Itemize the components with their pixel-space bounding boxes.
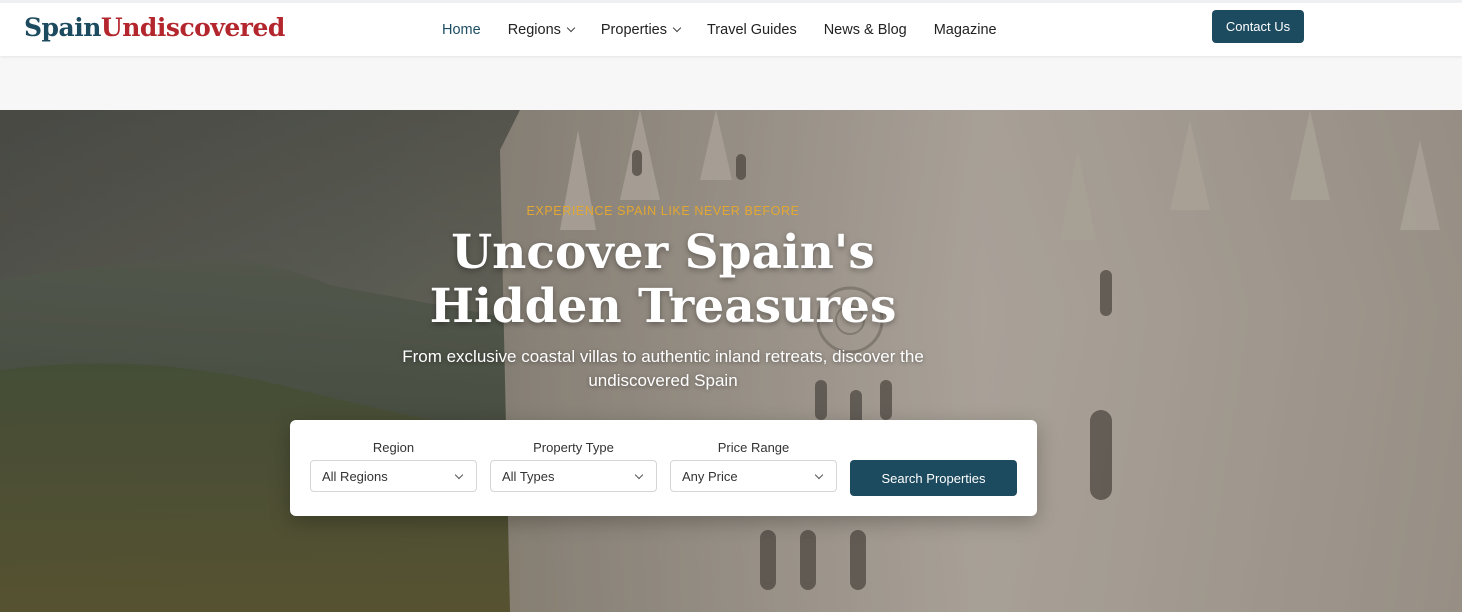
nav-item-label: Regions: [507, 21, 561, 38]
nav-item-label: Home: [442, 21, 481, 38]
region-select[interactable]: All Regions: [310, 460, 477, 492]
hero-subline: From exclusive coastal villas to authent…: [402, 347, 924, 390]
property-type-select[interactable]: All Types: [490, 460, 657, 492]
main-nav: Home Regions Properties Travel Guides Ne…: [442, 3, 1024, 56]
price-range-select[interactable]: Any Price: [670, 460, 837, 492]
nav-item-label: Properties: [600, 21, 667, 38]
hero-section: EXPERIENCE SPAIN LIKE NEVER BEFORE Uncov…: [0, 110, 1462, 612]
chevron-down-icon: [634, 470, 644, 480]
region-label: Region: [372, 440, 415, 455]
nav-item-properties[interactable]: Properties: [600, 21, 682, 38]
hero-headline: Uncover Spain's Hidden Treasures: [429, 225, 897, 334]
nav-item-label: News & Blog: [823, 21, 907, 38]
chevron-down-icon: [566, 23, 576, 32]
nav-item-label: Magazine: [933, 21, 997, 38]
search-properties-button[interactable]: Search Properties: [850, 460, 1017, 496]
logo-part-undiscovered: Undiscovered: [100, 13, 285, 42]
nav-item-travel-guides[interactable]: Travel Guides: [707, 22, 797, 38]
logo-part-spain: Spain: [24, 13, 101, 42]
chevron-down-icon: [814, 470, 824, 480]
property-search-form: Region All Regions Property Type All Typ…: [290, 420, 1037, 516]
nav-item-home[interactable]: Home: [442, 22, 481, 38]
hero-eyebrow: EXPERIENCE SPAIN LIKE NEVER BEFORE: [526, 204, 800, 218]
property-type-label: Property Type: [533, 440, 614, 455]
property-type-field: Property Type All Types: [490, 440, 657, 492]
price-range-select-value: Any Price: [682, 469, 738, 484]
site-logo[interactable]: SpainUndiscovered: [24, 13, 285, 42]
nav-item-news-blog[interactable]: News & Blog: [824, 22, 907, 38]
nav-item-label: Travel Guides: [706, 21, 797, 38]
chevron-down-icon: [672, 23, 682, 32]
chevron-down-icon: [454, 470, 464, 480]
nav-item-regions[interactable]: Regions: [507, 21, 576, 38]
region-field: Region All Regions: [310, 440, 477, 492]
region-select-value: All Regions: [322, 469, 388, 484]
price-range-label: Price Range: [717, 440, 790, 455]
site-header: SpainUndiscovered Home Regions Propertie…: [0, 0, 1462, 56]
price-range-field: Price Range Any Price: [670, 440, 837, 492]
nav-item-magazine[interactable]: Magazine: [934, 22, 997, 38]
contact-us-button[interactable]: Contact Us: [1212, 10, 1304, 43]
property-type-select-value: All Types: [502, 469, 555, 484]
